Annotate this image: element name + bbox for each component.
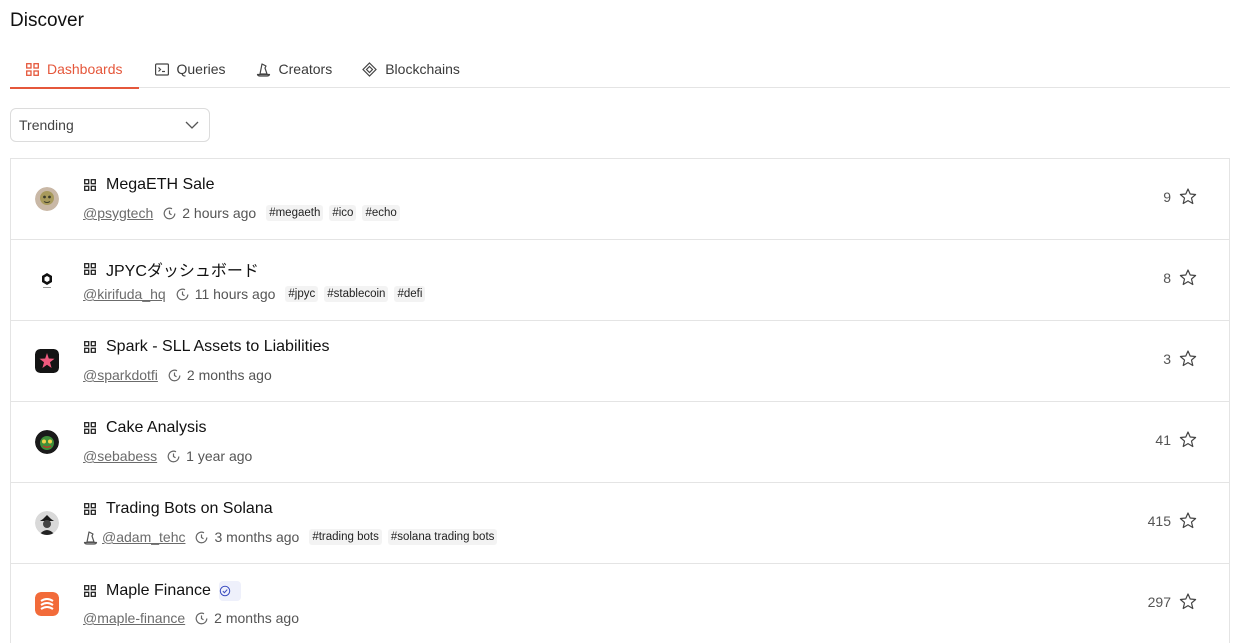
- tag[interactable]: #echo: [362, 205, 400, 221]
- tab-queries[interactable]: Queries: [141, 50, 240, 88]
- timestamp: 11 hours ago: [194, 286, 276, 302]
- verified-badge-icon: [218, 581, 241, 601]
- clock-icon: [195, 612, 208, 624]
- star-count: 41: [1155, 431, 1171, 448]
- tag[interactable]: #stablecoin: [324, 286, 389, 302]
- tab-label: Dashboards: [47, 61, 123, 77]
- star-icon[interactable]: [1179, 593, 1197, 610]
- avatar[interactable]: [35, 511, 59, 535]
- dashboard-list: MegaETH Sale @psygtech 2 hours ago #mega…: [10, 158, 1230, 643]
- diamond-icon: [362, 61, 378, 77]
- wizard-hat-icon: [83, 530, 98, 545]
- star-count: 8: [1163, 269, 1171, 286]
- timestamp: 2 months ago: [186, 367, 272, 383]
- page-title: Discover: [10, 10, 84, 31]
- tab-bar: Dashboards Queries Creators Blockchains: [10, 50, 1230, 89]
- grid-icon: [84, 503, 96, 515]
- list-item[interactable]: Spark - SLL Assets to Liabilities @spark…: [11, 321, 1229, 402]
- timestamp: 2 hours ago: [182, 205, 257, 221]
- tag[interactable]: #ico: [329, 205, 357, 221]
- star-count: 297: [1147, 593, 1171, 610]
- timestamp: 3 months ago: [214, 529, 300, 545]
- tab-blockchains[interactable]: Blockchains: [348, 50, 474, 88]
- creator-link[interactable]: @sparkdotfi: [83, 367, 158, 383]
- creator-link[interactable]: @kirifuda_hq: [83, 286, 166, 302]
- chevron-down-icon: [185, 121, 199, 129]
- grid-icon: [84, 263, 96, 275]
- star-icon[interactable]: [1179, 269, 1197, 286]
- dashboard-title[interactable]: Spark - SLL Assets to Liabilities: [106, 338, 330, 356]
- star-icon[interactable]: [1179, 350, 1197, 367]
- clock-icon: [163, 207, 176, 219]
- grid-icon: [84, 179, 96, 191]
- dashboard-title[interactable]: Cake Analysis: [106, 419, 207, 437]
- avatar[interactable]: [35, 268, 59, 292]
- tab-label: Queries: [176, 61, 226, 77]
- avatar[interactable]: [35, 592, 59, 616]
- clock-icon: [168, 369, 181, 381]
- creator-link[interactable]: @adam_tehc: [102, 529, 185, 545]
- avatar[interactable]: [35, 349, 59, 373]
- star-count: 3: [1163, 350, 1171, 367]
- creator-link[interactable]: @sebabess: [83, 448, 157, 464]
- star-count: 9: [1163, 188, 1171, 205]
- list-item[interactable]: Trading Bots on Solana @adam_tehc 3 mont…: [11, 483, 1229, 564]
- tag[interactable]: #defi: [394, 286, 426, 302]
- clock-icon: [196, 531, 208, 543]
- dashboard-title[interactable]: Trading Bots on Solana: [106, 500, 273, 518]
- clock-icon: [176, 288, 189, 300]
- grid-icon: [84, 585, 96, 597]
- list-item[interactable]: JPYCダッシュボード @kirifuda_hq 11 hours ago #j…: [11, 240, 1229, 321]
- timestamp: 1 year ago: [186, 448, 253, 464]
- avatar[interactable]: [35, 430, 59, 454]
- tab-dashboards[interactable]: Dashboards: [10, 50, 139, 89]
- grid-icon: [26, 62, 39, 76]
- grid-icon: [84, 422, 96, 434]
- sort-select-value: Trending: [19, 117, 74, 133]
- dashboard-title[interactable]: Maple Finance: [106, 582, 211, 600]
- sort-select[interactable]: Trending: [10, 108, 210, 142]
- creator-link[interactable]: @maple-finance: [83, 610, 185, 626]
- list-item[interactable]: Cake Analysis @sebabess 1 year ago 41: [11, 402, 1229, 483]
- list-item[interactable]: MegaETH Sale @psygtech 2 hours ago #mega…: [11, 159, 1229, 240]
- tag[interactable]: #trading bots: [309, 529, 382, 545]
- list-item[interactable]: Maple Finance @maple-finance 2 months ag…: [11, 564, 1229, 643]
- star-icon[interactable]: [1179, 512, 1197, 529]
- tag[interactable]: #solana trading bots: [387, 529, 498, 545]
- tab-label: Creators: [278, 61, 333, 77]
- timestamp: 2 months ago: [214, 610, 299, 626]
- star-icon[interactable]: [1179, 188, 1197, 205]
- dashboard-title[interactable]: JPYCダッシュボード: [106, 257, 259, 281]
- wizard-hat-icon: [256, 62, 270, 77]
- tab-creators[interactable]: Creators: [242, 50, 347, 88]
- tag[interactable]: #jpyc: [285, 286, 319, 302]
- clock-icon: [167, 450, 180, 462]
- tag[interactable]: #megaeth: [266, 205, 324, 221]
- star-count: 415: [1147, 512, 1171, 529]
- grid-icon: [84, 341, 96, 353]
- star-icon[interactable]: [1179, 431, 1197, 448]
- avatar[interactable]: [35, 187, 59, 211]
- dashboard-title[interactable]: MegaETH Sale: [106, 176, 215, 194]
- creator-link[interactable]: @psygtech: [83, 205, 153, 221]
- tab-label: Blockchains: [385, 61, 460, 77]
- terminal-icon: [154, 62, 169, 76]
